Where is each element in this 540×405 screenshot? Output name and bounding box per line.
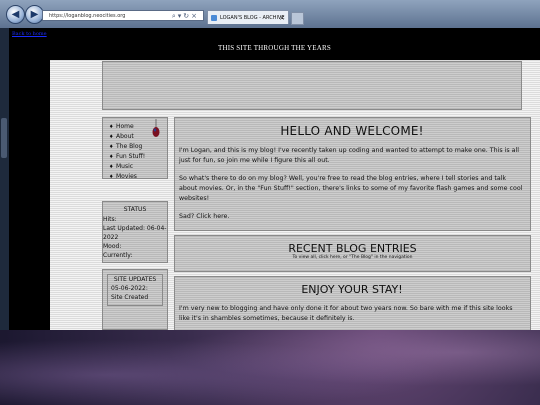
address-text: https://loganblog.neocities.org	[49, 13, 126, 19]
site-title: THIS SITE THROUGH THE YEARS	[218, 44, 331, 52]
status-mood: Mood:	[103, 243, 122, 250]
nav-item-fun-stuff[interactable]: ♦ Fun Stuff!	[109, 152, 167, 162]
status-panel: STATUS Hits: Last Updated: 06-04-2022 Mo…	[102, 201, 168, 263]
address-actions-icon[interactable]: ⌕▾↻×	[172, 11, 199, 22]
enjoy-heading: ENJOY YOUR STAY!	[301, 283, 403, 296]
site-updates-title: SITE UPDATES	[113, 276, 157, 283]
window-left-strip	[0, 28, 9, 330]
welcome-paragraph-3[interactable]: Sad? Click here.	[179, 212, 525, 222]
new-tab-button[interactable]	[291, 12, 304, 25]
nav-item-the-blog[interactable]: ♦ The Blog	[109, 142, 167, 152]
enjoy-paragraph: I'm very new to blogging and have only d…	[179, 305, 513, 322]
status-last-updated: Last Updated: 06-04-2022	[103, 225, 167, 241]
desktop-background	[0, 330, 540, 405]
browser-tab[interactable]: LOGAN'S BLOG - ARCHIVE ×	[207, 10, 289, 24]
welcome-paragraph-1: I'm Logan, and this is my blog! I've rec…	[179, 147, 520, 164]
enjoy-panel: ENJOY YOUR STAY! I'm very new to bloggin…	[174, 276, 531, 330]
scrollbar-thumb[interactable]	[1, 118, 7, 158]
site-update-entry: 05-06-2022: Site Created	[111, 285, 149, 301]
status-title: STATUS	[123, 206, 147, 213]
tab-close-icon[interactable]: ×	[279, 11, 285, 24]
mascot-icon	[152, 119, 160, 137]
tab-title: LOGAN'S BLOG - ARCHIVE	[220, 15, 285, 21]
favicon-icon	[211, 15, 217, 21]
status-hits: Hits:	[103, 216, 117, 223]
site-updates-panel: SITE UPDATES 05-06-2022: Site Created	[102, 269, 168, 330]
nav-item-music[interactable]: ♦ Music	[109, 162, 167, 172]
welcome-panel: HELLO AND WELCOME! I'm Logan, and this i…	[174, 117, 531, 231]
recent-subtext[interactable]: To view all, click here, or "The Blog" i…	[175, 255, 530, 261]
back-button[interactable]: ◀	[6, 5, 25, 24]
back-to-home-link[interactable]: Back to home	[12, 31, 47, 37]
browser-toolbar: ◀ ▶ https://loganblog.neocities.org ⌕▾↻×…	[0, 0, 540, 29]
recent-entries-panel: RECENT BLOG ENTRIES To view all, click h…	[174, 235, 531, 272]
welcome-heading: HELLO AND WELCOME!	[280, 124, 424, 138]
web-page-viewport: Back to home THIS SITE THROUGH THE YEARS…	[9, 28, 540, 330]
nav-item-movies[interactable]: ♦ Movies	[109, 172, 167, 182]
address-bar[interactable]: https://loganblog.neocities.org ⌕▾↻×	[42, 10, 204, 21]
navigation-panel: ♦ Home ♦ About ♦ The Blog ♦ Fun Stuff! ♦ Musi…	[102, 117, 168, 182]
status-currently: Currently:	[103, 252, 133, 259]
header-banner	[102, 61, 522, 110]
recent-heading: RECENT BLOG ENTRIES	[288, 242, 417, 255]
page-body: ♦ Home ♦ About ♦ The Blog ♦ Fun Stuff! ♦ Musi…	[50, 60, 540, 330]
welcome-paragraph-2: So what's there to do on my blog? Well, …	[179, 175, 523, 202]
